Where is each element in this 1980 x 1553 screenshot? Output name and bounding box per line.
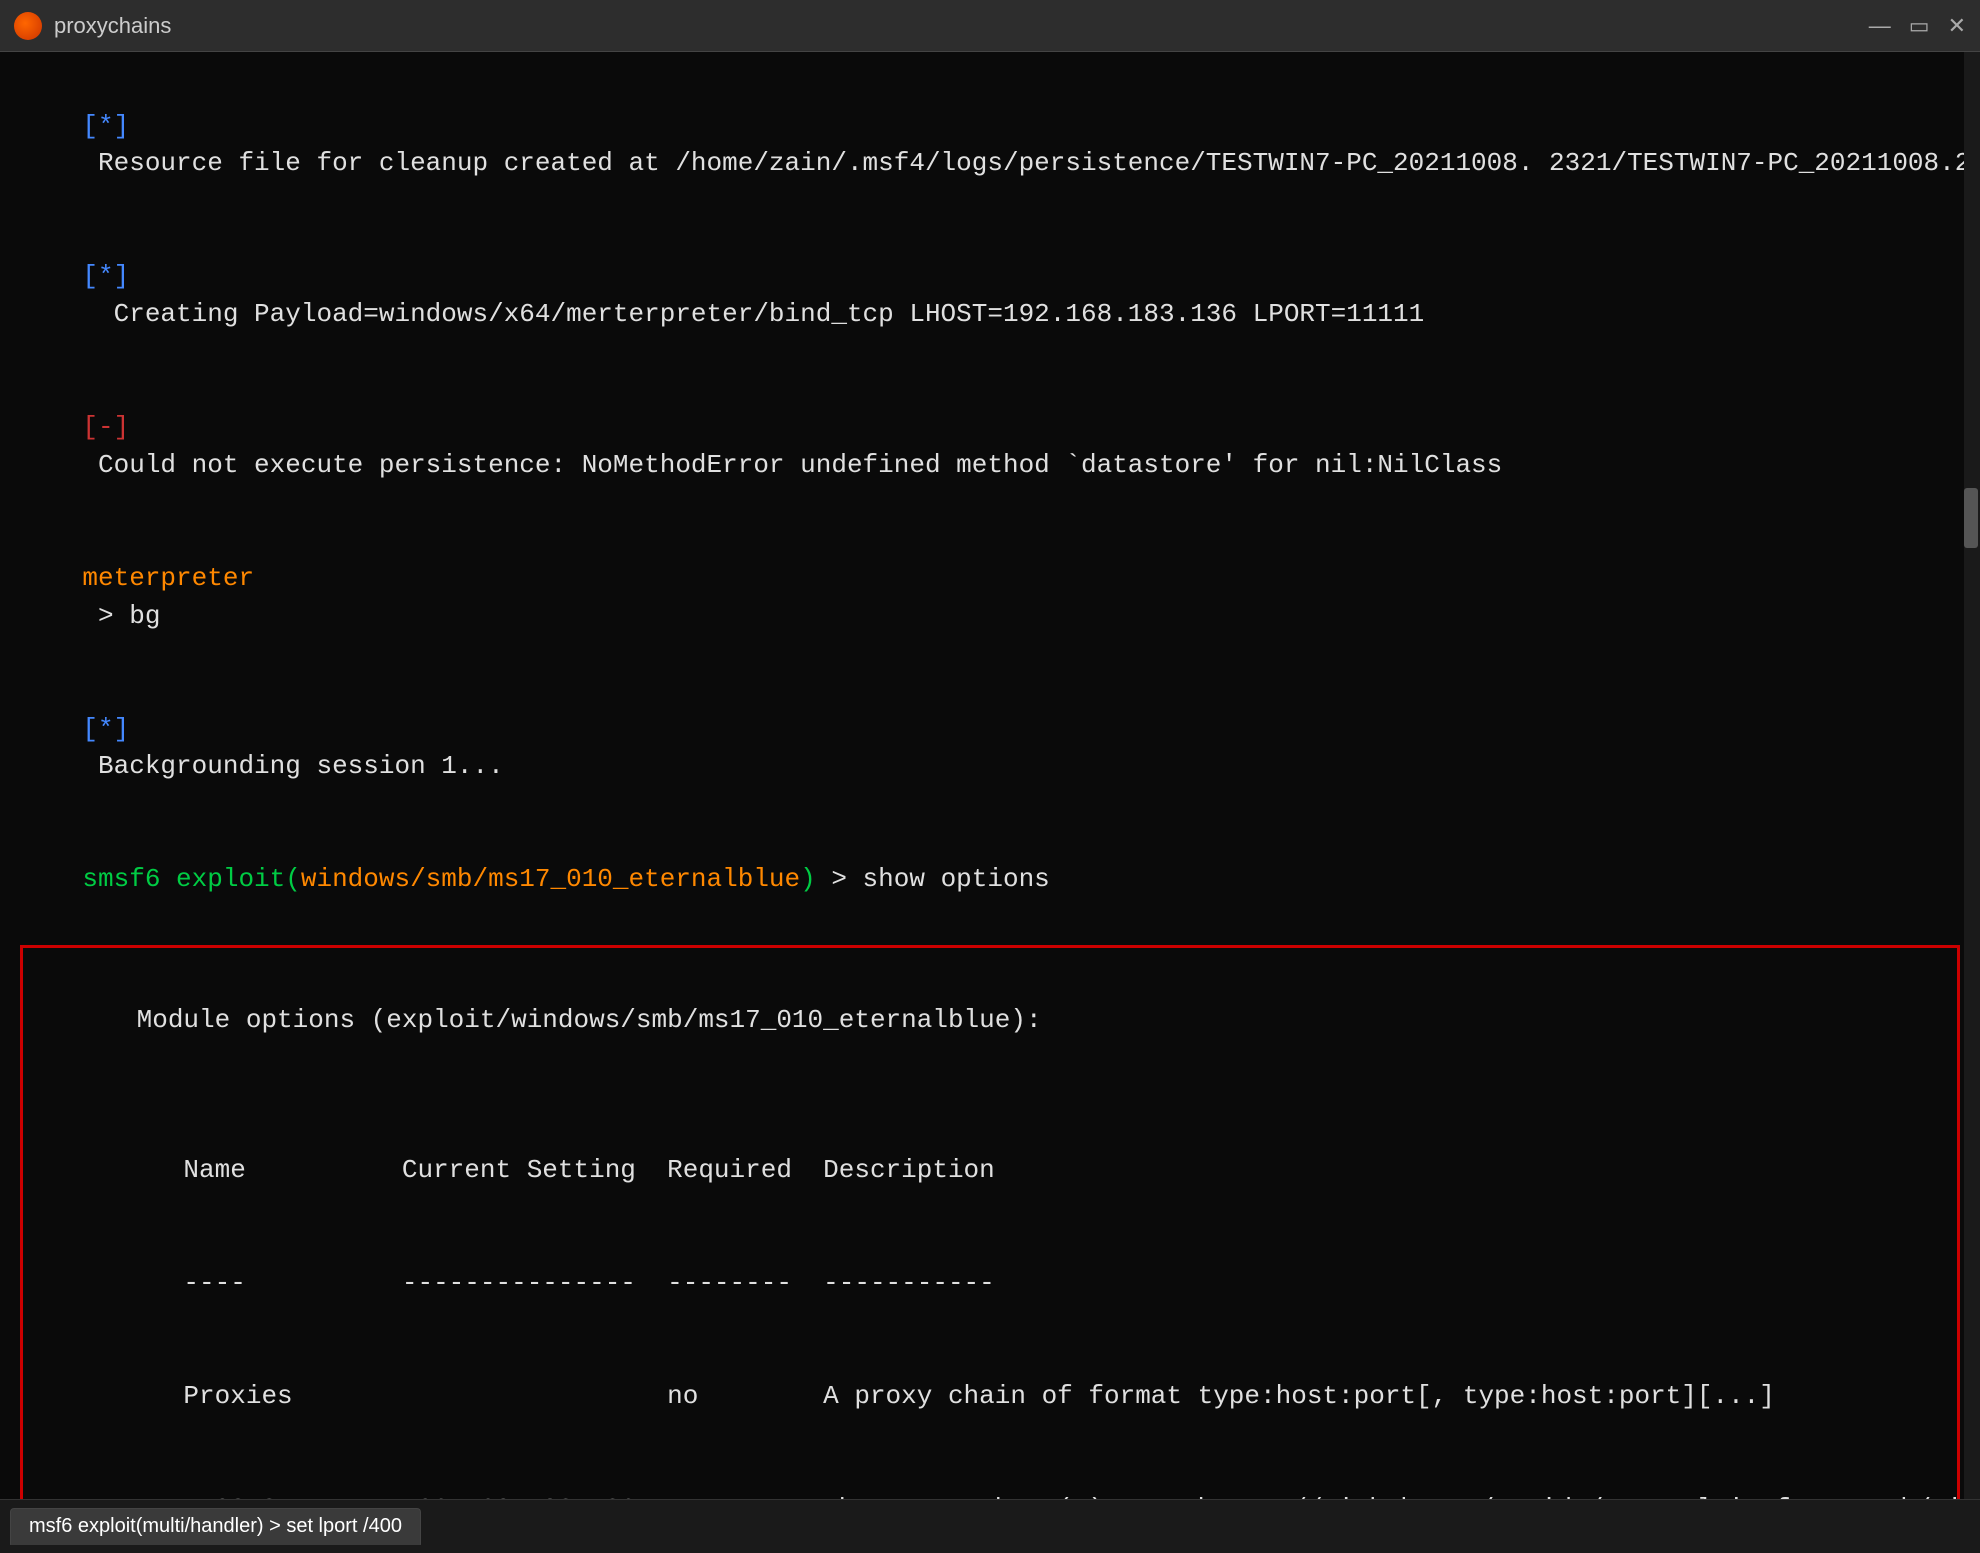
options-box: Module options (exploit/windows/smb/ms17…	[20, 945, 1960, 1499]
tab-handler[interactable]: msf6 exploit(multi/handler) > set lport …	[10, 1508, 421, 1545]
app-icon	[14, 12, 42, 40]
spacer1	[43, 1077, 1937, 1115]
scrollbar-thumb[interactable]	[1964, 488, 1978, 548]
minimize-button[interactable]: —	[1869, 13, 1891, 39]
titlebar: proxychains — ▭ ✕	[0, 0, 1980, 52]
log-line-6: smsf6 exploit(windows/smb/ms17_010_etern…	[20, 824, 1960, 937]
close-button[interactable]: ✕	[1948, 13, 1966, 39]
module-row-rhosts: RHOSTS 192.168.183.136 yes The target ho…	[43, 1454, 1937, 1499]
log-line-2: [*] Creating Payload=windows/x64/merterp…	[20, 221, 1960, 372]
log-line-1: [*] Resource file for cleanup created at…	[20, 70, 1960, 221]
maximize-button[interactable]: ▭	[1909, 13, 1930, 39]
log-line-4: meterpreter > bg	[20, 522, 1960, 673]
window-title: proxychains	[54, 13, 1857, 39]
window-controls[interactable]: — ▭ ✕	[1869, 13, 1966, 39]
tabbar: msf6 exploit(multi/handler) > set lport …	[0, 1499, 1980, 1553]
log-line-5: [*] Backgrounding session 1...	[20, 673, 1960, 824]
log-line-3: [-] Could not execute persistence: NoMet…	[20, 372, 1960, 523]
module-table-headers: Name Current Setting Required Descriptio…	[43, 1115, 1937, 1228]
module-row-proxies: Proxies no A proxy chain of format type:…	[43, 1341, 1937, 1454]
module-table-sep: ---- --------------- -------- ----------…	[43, 1228, 1937, 1341]
module-options-header: Module options (exploit/windows/smb/ms17…	[43, 964, 1937, 1077]
scrollbar[interactable]	[1964, 52, 1980, 1499]
terminal-area: [*] Resource file for cleanup created at…	[0, 52, 1980, 1499]
